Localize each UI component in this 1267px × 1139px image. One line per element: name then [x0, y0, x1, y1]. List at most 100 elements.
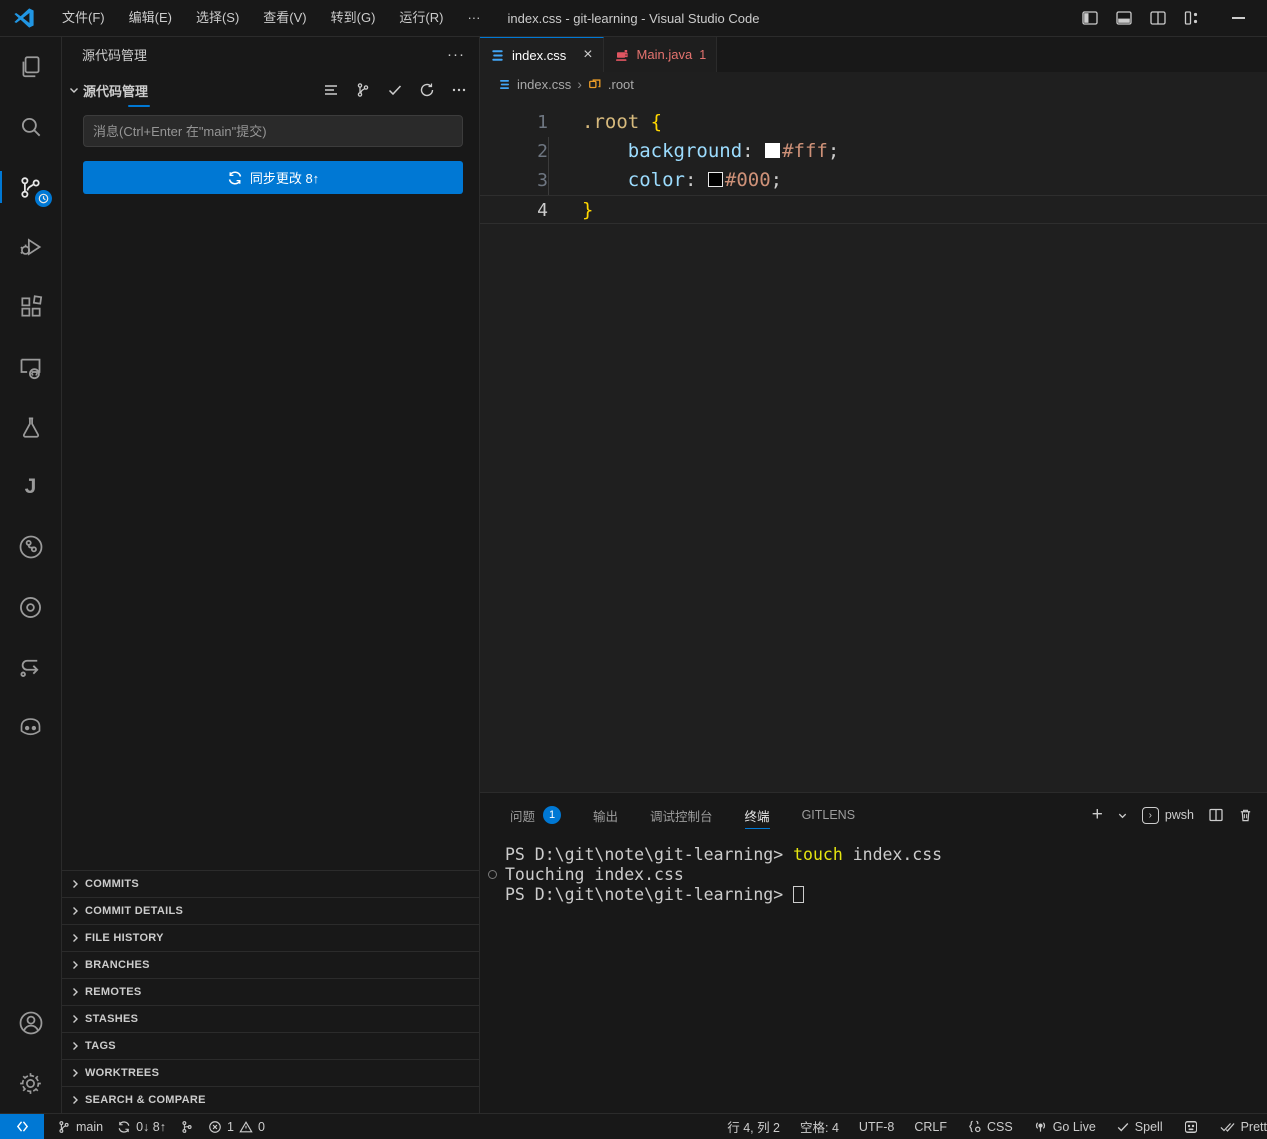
cursor-position[interactable]: 行 4, 列 2	[717, 1117, 790, 1136]
section-search-compare[interactable]: SEARCH & COMPARE	[62, 1086, 479, 1113]
menu-more[interactable]: ···	[455, 5, 492, 31]
terminal-instance[interactable]: › pwsh	[1142, 807, 1194, 824]
tab-main-java[interactable]: Main.java 1	[604, 37, 718, 72]
breadcrumb-symbol[interactable]: .root	[608, 77, 634, 92]
prettier-button[interactable]: Prett	[1209, 1120, 1267, 1134]
split-terminal-icon[interactable]	[1208, 807, 1224, 823]
eol-sequence[interactable]: CRLF	[904, 1120, 957, 1134]
status-bar: main 0↓ 8↑ 1 0 行 4, 列 2	[0, 1113, 1267, 1139]
copilot-icon[interactable]	[0, 697, 62, 757]
remote-indicator[interactable]	[0, 1114, 44, 1139]
extensions-icon[interactable]	[0, 277, 62, 337]
tab-terminal[interactable]: 终端	[745, 793, 770, 837]
sync-changes-button[interactable]: 同步更改 8↑	[83, 161, 463, 194]
gitlens-sections: COMMITS COMMIT DETAILS FILE HISTORY BRAN…	[62, 870, 479, 1113]
explorer-icon[interactable]	[0, 37, 62, 97]
section-branches[interactable]: BRANCHES	[62, 951, 479, 978]
chevron-right-icon	[69, 1013, 81, 1025]
section-file-history[interactable]: FILE HISTORY	[62, 924, 479, 951]
code-line-1: 1 .root {	[480, 108, 1267, 137]
accounts-icon[interactable]	[0, 993, 62, 1053]
git-branch-icon	[57, 1120, 71, 1134]
commit-check-icon[interactable]	[387, 82, 403, 98]
sync-button-label: 同步更改 8↑	[250, 168, 319, 187]
gitlens-icon[interactable]	[0, 517, 62, 577]
section-remotes[interactable]: REMOTES	[62, 978, 479, 1005]
remote-icon	[15, 1119, 30, 1134]
toggle-secondary-sidebar-icon[interactable]	[1150, 10, 1166, 26]
refresh-icon[interactable]	[419, 82, 435, 98]
terminal-dropdown-icon[interactable]	[1117, 810, 1128, 821]
scm-graph-button[interactable]	[173, 1120, 201, 1134]
encoding[interactable]: UTF-8	[849, 1120, 904, 1134]
remote-explorer-icon[interactable]	[0, 337, 62, 397]
menu-run[interactable]: 运行(R)	[387, 5, 455, 31]
kill-terminal-trash-icon[interactable]	[1238, 807, 1253, 823]
chevron-down-icon	[68, 84, 80, 96]
bottom-panel: 问题 1 输出 调试控制台 终端 GITLENS + › pwsh	[480, 792, 1267, 1113]
code-editor[interactable]: 1 .root { 2 background: #fff; 3 color: #…	[480, 96, 1267, 792]
customize-layout-icon[interactable]	[1184, 10, 1200, 26]
menu-edit[interactable]: 编辑(E)	[117, 5, 184, 31]
tab-index-css[interactable]: index.css ×	[480, 37, 604, 72]
menu-selection[interactable]: 选择(S)	[184, 5, 251, 31]
close-tab-icon[interactable]: ×	[583, 46, 592, 64]
java-projects-icon[interactable]: J	[0, 457, 62, 517]
tab-output[interactable]: 输出	[593, 793, 618, 837]
section-stashes[interactable]: STASHES	[62, 1005, 479, 1032]
github-button[interactable]	[1173, 1119, 1209, 1135]
sidebar-more-actions-icon[interactable]: ···	[447, 46, 465, 63]
spell-checker[interactable]: Spell	[1106, 1120, 1173, 1134]
breadcrumb-file[interactable]: index.css	[517, 77, 571, 92]
scm-section-label: 源代码管理	[83, 81, 148, 100]
terminal-output[interactable]: PS D:\git\note\git-learning> touch index…	[480, 837, 1267, 1113]
gitlens-inspect-icon[interactable]	[0, 577, 62, 637]
sync-status[interactable]: 0↓ 8↑	[110, 1120, 173, 1134]
menu-goto[interactable]: 转到(G)	[319, 5, 388, 31]
more-actions-icon[interactable]	[451, 82, 467, 98]
section-commits[interactable]: COMMITS	[62, 870, 479, 897]
braces-icon	[967, 1119, 982, 1134]
view-graph-icon[interactable]	[355, 82, 371, 98]
settings-gear-icon[interactable]	[0, 1053, 62, 1113]
chevron-right-icon	[69, 932, 81, 944]
scm-section-header[interactable]: 源代码管理	[62, 78, 479, 102]
indentation[interactable]: 空格: 4	[790, 1117, 849, 1136]
run-debug-icon[interactable]	[0, 217, 62, 277]
section-commit-details[interactable]: COMMIT DETAILS	[62, 897, 479, 924]
commit-message-input[interactable]	[83, 115, 463, 147]
command-decoration-icon[interactable]	[488, 870, 497, 879]
menu-view[interactable]: 查看(V)	[251, 5, 318, 31]
branch-indicator[interactable]: main	[50, 1120, 110, 1134]
github-icon	[1183, 1119, 1199, 1135]
new-terminal-icon[interactable]: +	[1092, 804, 1103, 826]
search-icon[interactable]	[0, 97, 62, 157]
minimize-icon[interactable]	[1232, 17, 1245, 19]
view-as-list-icon[interactable]	[323, 82, 339, 98]
breadcrumb: index.css › .root	[480, 72, 1267, 96]
language-mode[interactable]: CSS	[957, 1119, 1023, 1134]
color-swatch-white[interactable]	[765, 143, 780, 158]
chevron-right-icon	[69, 905, 81, 917]
tab-problems[interactable]: 问题 1	[510, 793, 561, 837]
css-file-icon	[490, 48, 505, 63]
problems-count-badge: 1	[699, 48, 706, 62]
source-control-graph-icon[interactable]	[0, 637, 62, 697]
go-live-button[interactable]: Go Live	[1023, 1119, 1106, 1134]
menu-file[interactable]: 文件(F)	[50, 5, 117, 31]
toggle-panel-icon[interactable]	[1116, 10, 1132, 26]
panel-tab-bar: 问题 1 输出 调试控制台 终端 GITLENS + › pwsh	[480, 793, 1267, 837]
tab-gitlens[interactable]: GITLENS	[802, 793, 856, 837]
toggle-sidebar-icon[interactable]	[1082, 10, 1098, 26]
section-tags[interactable]: TAGS	[62, 1032, 479, 1059]
tab-debug-console[interactable]: 调试控制台	[650, 793, 713, 837]
problems-indicator[interactable]: 1 0	[201, 1120, 265, 1134]
code-line-3: 3 color: #000;	[480, 166, 1267, 195]
testing-icon[interactable]	[0, 397, 62, 457]
chevron-right-icon	[69, 878, 81, 890]
terminal-line-2: Touching index.css	[505, 865, 1267, 885]
source-control-icon[interactable]	[0, 157, 62, 217]
section-worktrees[interactable]: WORKTREES	[62, 1059, 479, 1086]
terminal-line-1: PS D:\git\note\git-learning> touch index…	[505, 845, 1267, 865]
color-swatch-black[interactable]	[708, 172, 723, 187]
